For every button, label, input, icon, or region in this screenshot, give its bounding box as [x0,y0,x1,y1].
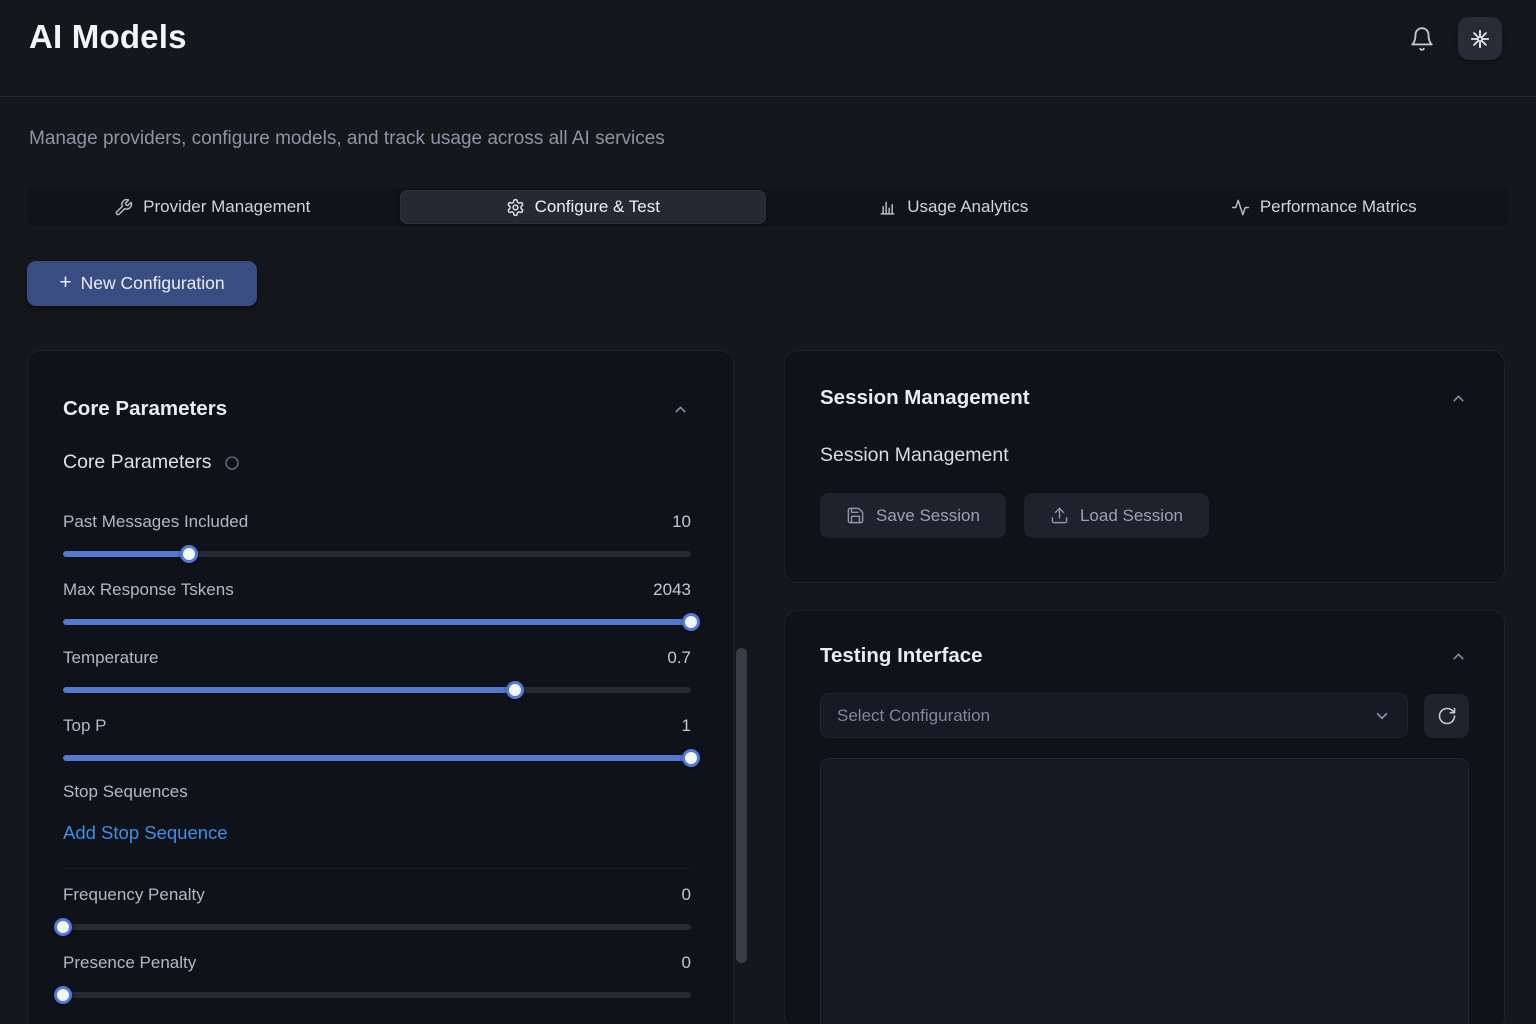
top-bar: AI Models [0,0,1536,97]
parameter-label: Presence Penalty [63,953,196,973]
parameter-row: Max Response Tskens 2043 [63,578,691,631]
parameter-value: 0 [682,885,691,905]
parameter-value: 10 [672,512,691,532]
parameter-label: Frequency Penalty [63,885,205,905]
tab-label: Configure & Test [535,197,660,217]
settings-button[interactable] [1458,17,1502,60]
core-parameters-panel: Core Parameters Core Parameters Past Mes… [27,350,734,1024]
vertical-scrollbar[interactable] [736,648,747,963]
tab-configure-test[interactable]: Configure & Test [400,190,767,224]
tab-label: Performance Matrics [1260,197,1417,217]
stop-sequences-label: Stop Sequences [63,782,691,806]
collapse-testing-button[interactable] [1448,646,1469,667]
chevron-down-icon [1373,707,1391,725]
circle-icon [224,455,240,471]
tab-label: Provider Management [143,197,310,217]
save-session-label: Save Session [876,506,980,526]
parameter-value: 2043 [653,580,691,600]
wrench-icon [114,198,133,217]
tab-label: Usage Analytics [907,197,1028,217]
page-subtitle: Manage providers, configure models, and … [29,128,665,150]
activity-icon [1231,198,1250,217]
core-parameters-title: Core Parameters [63,397,227,421]
bell-icon [1409,26,1437,52]
save-session-button[interactable]: Save Session [820,493,1006,538]
top-p-slider[interactable] [63,749,691,767]
refresh-configurations-button[interactable] [1424,694,1469,738]
new-configuration-button[interactable]: + New Configuration [27,261,257,306]
parameter-row: Past Messages Included 10 [63,510,691,563]
session-management-panel: Session Management Session Management Sa… [784,350,1505,583]
parameter-label: Past Messages Included [63,512,248,532]
parameter-row: Presence Penalty 0 [63,951,691,1004]
presence-penalty-slider[interactable] [63,986,691,1004]
gear-icon [506,198,525,217]
load-session-button[interactable]: Load Session [1024,493,1209,538]
core-parameters-subtitle: Core Parameters [63,451,211,474]
save-icon [846,506,865,525]
tab-provider-management[interactable]: Provider Management [29,190,396,224]
slider-thumb[interactable] [682,613,700,631]
parameter-value: 0.7 [667,648,691,668]
plus-icon: + [59,271,71,295]
session-management-title: Session Management [820,386,1030,410]
slider-thumb[interactable] [54,986,72,1004]
slider-thumb[interactable] [682,749,700,767]
tab-usage-analytics[interactable]: Usage Analytics [770,190,1137,224]
slider-thumb[interactable] [506,681,524,699]
tab-performance-matrics[interactable]: Performance Matrics [1141,190,1508,224]
parameter-value: 0 [682,953,691,973]
frequency-penalty-slider[interactable] [63,918,691,936]
notifications-button[interactable] [1409,25,1437,53]
slider-thumb[interactable] [54,918,72,936]
chevron-up-icon [1450,648,1467,665]
collapse-core-parameters-button[interactable] [670,399,691,420]
slider-thumb[interactable] [180,545,198,563]
parameter-label: Temperature [63,648,158,668]
tab-bar: Provider Management Configure & Test Usa… [27,188,1509,226]
refresh-icon [1437,706,1457,726]
past-messages-slider[interactable] [63,545,691,563]
temperature-slider[interactable] [63,681,691,699]
parameter-label: Max Response Tskens [63,580,234,600]
testing-interface-title: Testing Interface [820,644,983,668]
upload-icon [1050,506,1069,525]
configuration-select[interactable]: Select Configuration [820,693,1408,738]
page-title: AI Models [29,18,187,56]
chevron-up-icon [672,401,689,418]
test-message-area[interactable] [820,758,1469,1024]
collapse-session-button[interactable] [1448,388,1469,409]
testing-interface-panel: Testing Interface Select Configuration [784,610,1505,1024]
bar-chart-icon [878,198,897,217]
snowflake-icon [1469,28,1491,50]
new-configuration-label: New Configuration [81,273,225,294]
parameter-value: 1 [682,716,691,736]
parameter-row: Frequency Penalty 0 [63,883,691,936]
configuration-select-value: Select Configuration [837,706,990,726]
add-stop-sequence-link[interactable]: Add Stop Sequence [63,822,228,844]
session-management-subtitle: Session Management [820,444,1469,467]
chevron-up-icon [1450,390,1467,407]
parameter-label: Top P [63,716,106,736]
load-session-label: Load Session [1080,506,1183,526]
max-response-tokens-slider[interactable] [63,613,691,631]
parameter-row: Temperature 0.7 [63,646,691,699]
parameter-row: Top P 1 [63,714,691,767]
